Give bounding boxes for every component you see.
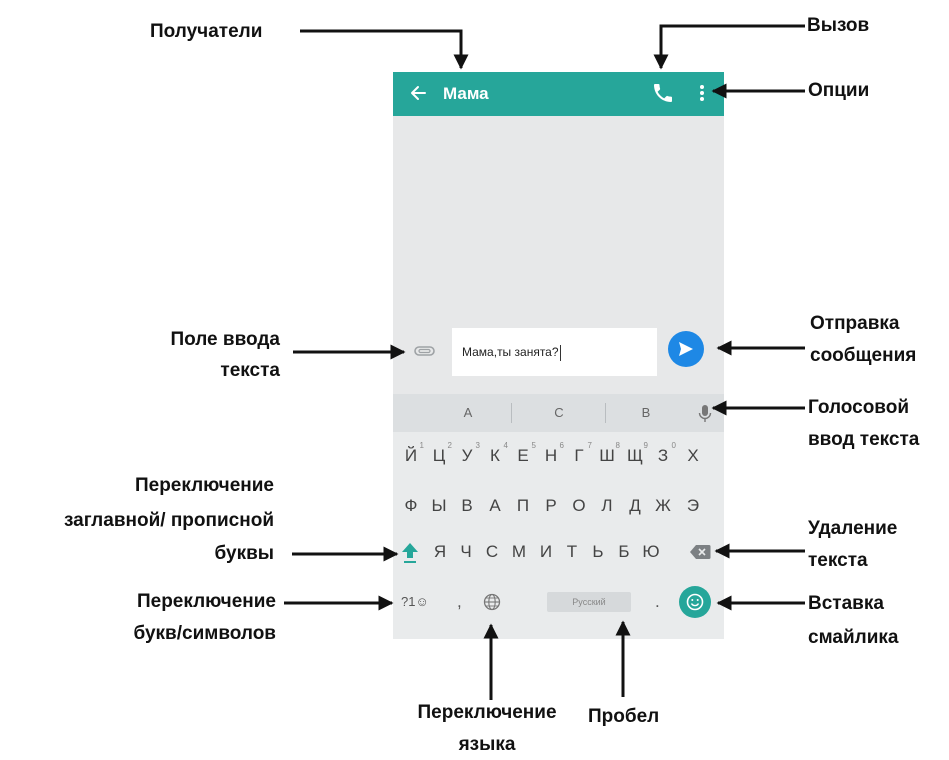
callout-recipients: Получатели bbox=[150, 21, 263, 42]
callout-delete-line1: Удаление bbox=[808, 518, 898, 539]
key[interactable]: Й1 bbox=[397, 436, 425, 476]
callout-language-line2: языка bbox=[458, 734, 516, 755]
suggestion-3[interactable]: В bbox=[607, 394, 685, 432]
key[interactable]: Т bbox=[559, 532, 585, 572]
emoji-button[interactable] bbox=[679, 586, 711, 618]
message-input[interactable]: Мама,ты занята? bbox=[452, 328, 657, 376]
key[interactable]: А bbox=[481, 486, 509, 526]
shift-arrow-icon[interactable] bbox=[399, 540, 421, 566]
suggestion-1[interactable]: А bbox=[423, 394, 513, 432]
suggestion-divider bbox=[511, 403, 512, 423]
callout-space: Пробел bbox=[588, 706, 660, 727]
keyboard: Й1 Ц2 У3 К4 Е5 Н6 Г7 Ш8 Щ9 З0 Х Ф Ы В А … bbox=[393, 432, 724, 639]
app-bar: Мама bbox=[393, 72, 724, 116]
keyboard-row-3: Я Ч С М И Т Ь Б Ю bbox=[393, 532, 724, 572]
callout-voice-line1: Голосовой bbox=[808, 397, 910, 418]
callout-call: Вызов bbox=[807, 15, 870, 36]
key[interactable]: Х bbox=[677, 436, 709, 476]
key[interactable]: Б bbox=[611, 532, 637, 572]
key[interactable]: С bbox=[479, 532, 505, 572]
paperclip-icon[interactable] bbox=[413, 342, 437, 360]
conversation-title[interactable]: Мама bbox=[443, 82, 489, 106]
keyboard-row-2: Ф Ы В А П Р О Л Д Ж Э bbox=[393, 486, 724, 526]
callout-input-field-line2: текста bbox=[220, 360, 280, 381]
callout-language-line1: Переключение bbox=[417, 702, 557, 723]
key[interactable]: П bbox=[509, 486, 537, 526]
callout-send-line1: Отправка bbox=[810, 313, 900, 334]
backspace-icon[interactable] bbox=[689, 544, 711, 560]
key[interactable]: З0 bbox=[649, 436, 677, 476]
smiley-icon bbox=[686, 593, 704, 611]
key[interactable]: Ь bbox=[585, 532, 611, 572]
send-button[interactable] bbox=[668, 331, 704, 367]
phone-icon[interactable] bbox=[651, 81, 675, 105]
key[interactable]: Щ9 bbox=[621, 436, 649, 476]
space-bar[interactable]: Русский bbox=[547, 592, 631, 612]
key[interactable]: О bbox=[565, 486, 593, 526]
callout-send-line2: сообщения bbox=[810, 345, 917, 366]
comma-key[interactable]: , bbox=[457, 582, 462, 622]
phone-screen: Мама Мама,ты занята? А С В Й1 Ц2 У3 К4 Е… bbox=[393, 72, 724, 639]
microphone-icon[interactable] bbox=[698, 404, 712, 424]
callout-case-line3: буквы bbox=[214, 543, 274, 564]
key[interactable]: Ж bbox=[649, 486, 677, 526]
globe-icon[interactable] bbox=[483, 593, 501, 611]
more-vertical-icon[interactable] bbox=[695, 81, 709, 105]
callout-symbols-line2: букв/символов bbox=[133, 623, 277, 644]
arrow-left-icon[interactable] bbox=[407, 81, 429, 105]
text-caret bbox=[559, 344, 561, 361]
callout-input-field-line1: Поле ввода bbox=[170, 329, 280, 350]
key[interactable]: Ф bbox=[397, 486, 425, 526]
key[interactable]: Н6 bbox=[537, 436, 565, 476]
keyboard-row-4: ?1☺ , Русский . bbox=[393, 582, 724, 622]
callout-options: Опции bbox=[808, 80, 870, 101]
key[interactable]: Ш8 bbox=[593, 436, 621, 476]
period-key[interactable]: . bbox=[655, 582, 660, 622]
key[interactable]: Э bbox=[677, 486, 709, 526]
key[interactable]: У3 bbox=[453, 436, 481, 476]
key[interactable]: В bbox=[453, 486, 481, 526]
key[interactable]: Ч bbox=[453, 532, 479, 572]
key[interactable]: Г7 bbox=[565, 436, 593, 476]
callout-case-line2: заглавной/ прописной bbox=[63, 510, 274, 531]
key[interactable]: Я bbox=[427, 532, 453, 572]
suggestion-2[interactable]: С bbox=[513, 394, 605, 432]
callout-emoji-line1: Вставка bbox=[808, 593, 884, 614]
key[interactable]: Е5 bbox=[509, 436, 537, 476]
send-icon bbox=[679, 342, 693, 356]
key[interactable]: И bbox=[533, 532, 559, 572]
key[interactable]: Р bbox=[537, 486, 565, 526]
key[interactable]: Д bbox=[621, 486, 649, 526]
callout-emoji-line2: смайлика bbox=[808, 627, 899, 648]
callout-symbols-line1: Переключение bbox=[136, 591, 276, 612]
callout-voice-line2: ввод текста bbox=[808, 429, 920, 450]
key[interactable]: Л bbox=[593, 486, 621, 526]
key[interactable]: Ы bbox=[425, 486, 453, 526]
key[interactable]: Ю bbox=[637, 532, 665, 572]
keyboard-row-1: Й1 Ц2 У3 К4 Е5 Н6 Г7 Ш8 Щ9 З0 Х bbox=[393, 436, 724, 476]
key[interactable]: К4 bbox=[481, 436, 509, 476]
suggestion-strip: А С В bbox=[393, 394, 724, 432]
symbols-key[interactable]: ?1☺ bbox=[401, 582, 429, 622]
suggestion-divider bbox=[605, 403, 606, 423]
arrow-call bbox=[653, 24, 805, 70]
message-input-text: Мама,ты занята? bbox=[462, 345, 559, 359]
arrow-recipients bbox=[300, 29, 469, 70]
callout-delete-line2: текста bbox=[808, 550, 868, 571]
key[interactable]: М bbox=[505, 532, 533, 572]
key[interactable]: Ц2 bbox=[425, 436, 453, 476]
callout-case-line1: Переключение bbox=[134, 475, 274, 496]
